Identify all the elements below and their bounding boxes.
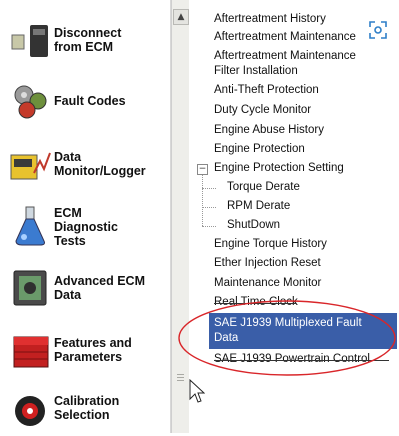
scroll-grip-line bbox=[177, 380, 184, 381]
tree-item[interactable]: Engine Abuse History bbox=[189, 123, 399, 139]
nav-item-calibration-selection[interactable]: Calibration Selection bbox=[0, 380, 170, 436]
tree-item[interactable]: Maintenance Monitor bbox=[189, 276, 399, 292]
tree-subitem[interactable]: ShutDown bbox=[189, 218, 399, 234]
advanced-ecm-icon bbox=[13, 270, 47, 306]
nav-label: Disconnect from ECM bbox=[54, 26, 122, 54]
nav-item-advanced-ecm-data[interactable]: Advanced ECM Data bbox=[0, 260, 170, 316]
tree-item[interactable]: Duty Cycle Monitor bbox=[189, 103, 399, 119]
scroll-up-button[interactable]: ▲ bbox=[173, 9, 189, 25]
nav-item-ecm-diagnostic-tests[interactable]: ECM Diagnostic Tests bbox=[0, 198, 170, 254]
collapse-icon[interactable]: − bbox=[197, 164, 208, 175]
tree-subitem[interactable]: RPM Derate bbox=[189, 199, 399, 215]
disconnect-icon bbox=[11, 25, 48, 57]
diagnostic-tests-icon bbox=[15, 206, 45, 246]
tree-item[interactable]: Engine Torque History bbox=[189, 237, 399, 253]
fault-codes-icon bbox=[14, 85, 47, 119]
nav-item-features-parameters[interactable]: Features and Parameters bbox=[0, 322, 170, 378]
nav-label: Features and Parameters bbox=[54, 336, 132, 364]
features-parameters-icon bbox=[13, 336, 49, 368]
tree-item[interactable]: Anti-Theft Protection bbox=[189, 83, 399, 99]
tree-item-expanded[interactable]: − Engine Protection Setting bbox=[189, 161, 399, 177]
tree-item[interactable]: Engine Protection bbox=[189, 142, 399, 158]
nav-item-data-monitor[interactable]: Data Monitor/Logger bbox=[0, 136, 170, 192]
nav-label: Fault Codes bbox=[54, 94, 126, 108]
nav-label: ECM Diagnostic Tests bbox=[54, 206, 118, 248]
nav-label: Data Monitor/Logger bbox=[54, 150, 146, 178]
tree-item[interactable]: Ether Injection Reset bbox=[189, 256, 399, 272]
nav-label: Advanced ECM Data bbox=[54, 274, 145, 302]
left-nav-panel: Disconnect from ECM Fault Codes Data Mon… bbox=[0, 0, 171, 433]
calibration-icon bbox=[15, 396, 45, 426]
scan-focus-icon[interactable] bbox=[368, 20, 388, 40]
nav-item-disconnect[interactable]: Disconnect from ECM bbox=[0, 12, 170, 68]
data-monitor-icon bbox=[10, 152, 51, 180]
nav-item-fault-codes[interactable]: Fault Codes bbox=[0, 74, 170, 130]
nav-label: Calibration Selection bbox=[54, 394, 120, 422]
chevron-up-icon: ▲ bbox=[177, 12, 185, 22]
mouse-pointer-icon bbox=[189, 379, 205, 403]
tree-item[interactable]: Aftertreatment Maintenance Filter Instal… bbox=[189, 49, 399, 81]
annotation-ellipse bbox=[178, 300, 396, 376]
tree-subitem[interactable]: Torque Derate bbox=[189, 180, 399, 196]
